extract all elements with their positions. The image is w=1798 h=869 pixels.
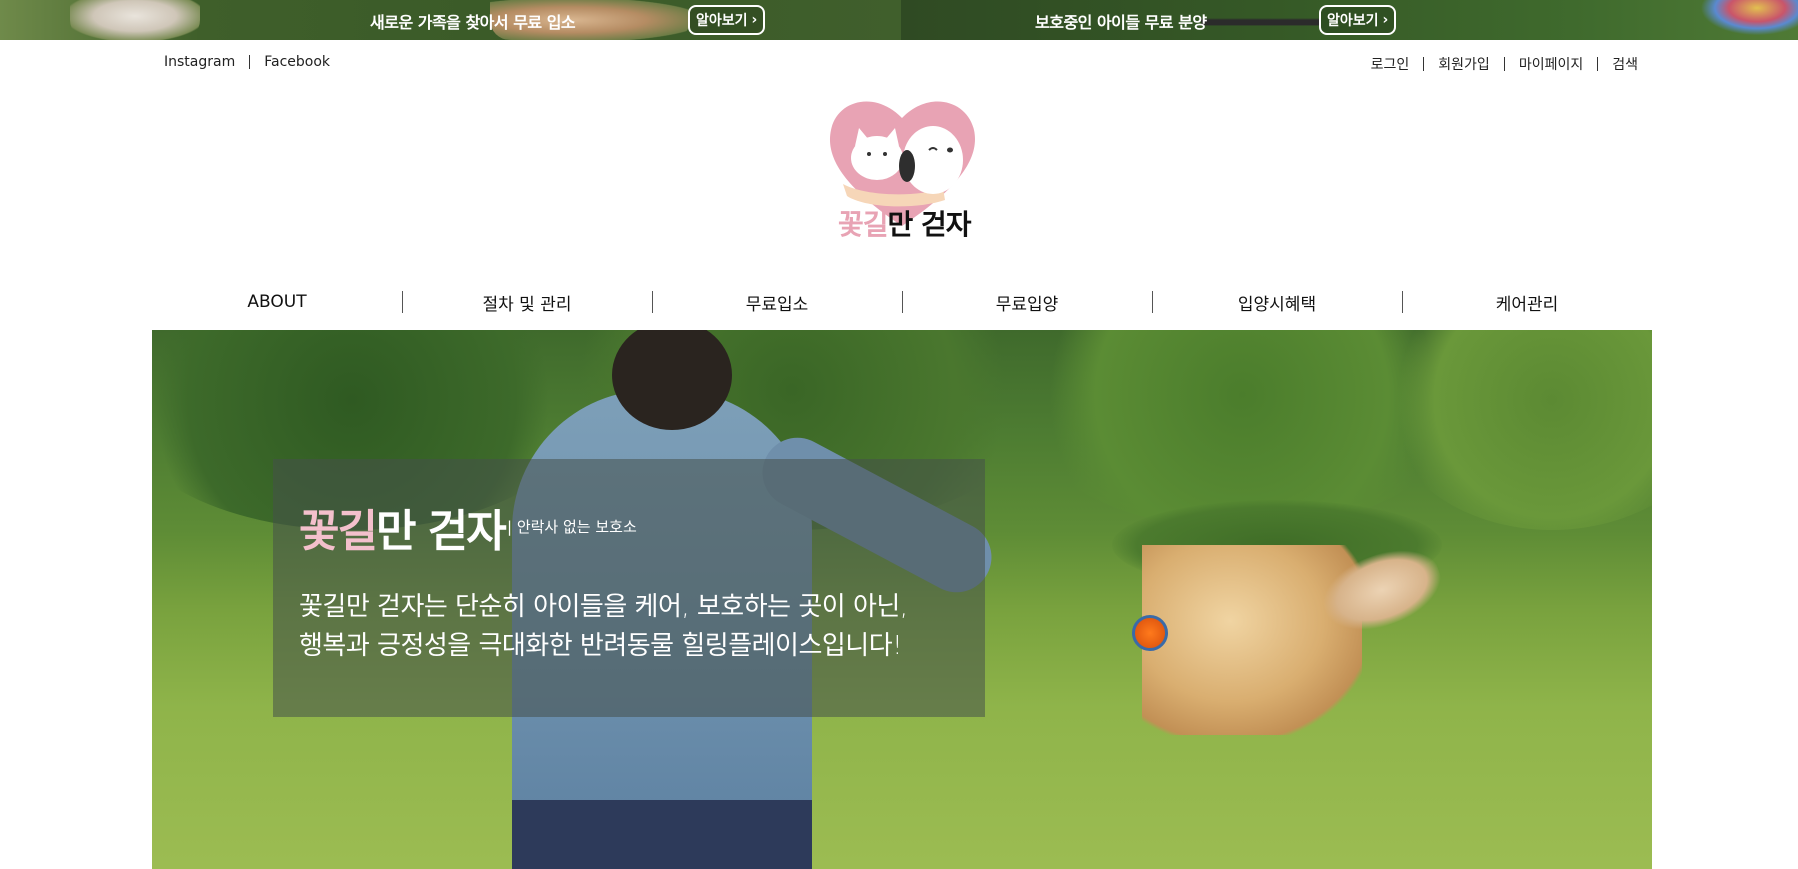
hero-desc-line: 꽃길만 걷자는 단순히 아이들을 케어, 보호하는 곳이 아닌,: [299, 592, 908, 622]
login-link[interactable]: 로그인: [1371, 54, 1410, 74]
hero-subtitle: | 안락사 없는 보호소: [507, 518, 637, 536]
dog-nose: [947, 147, 953, 153]
mypage-link[interactable]: 마이페이지: [1519, 54, 1583, 74]
background-trees: [1382, 330, 1652, 530]
nav-free-admission[interactable]: 무료입소: [652, 282, 902, 322]
orange-ball-icon: [1132, 615, 1168, 651]
promo-photo-toys: [1691, 0, 1798, 40]
nav-care[interactable]: 케어관리: [1402, 282, 1652, 322]
search-link[interactable]: 검색: [1612, 54, 1638, 74]
cat-eye: [883, 152, 887, 156]
promo-left-more-button[interactable]: 알아보기 ›: [688, 5, 766, 35]
promo-right-button-label: 알아보기: [1327, 13, 1379, 29]
hero-brand-title: 꽃길만 걷자: [299, 495, 507, 559]
promo-right-more-button[interactable]: 알아보기 ›: [1319, 5, 1397, 35]
divider: [1503, 57, 1505, 71]
chevron-right-icon: ›: [751, 12, 758, 28]
promo-left-button-label: 알아보기: [696, 13, 748, 29]
hero-brand-white: 만 걷자: [375, 506, 507, 557]
nav-free-adoption[interactable]: 무료입양: [902, 282, 1152, 322]
hero-banner: 꽃길만 걷자 | 안락사 없는 보호소 꽃길만 걷자는 단순히 아이들을 케어,…: [152, 330, 1652, 869]
logo-word-pink: 꽃길: [838, 208, 889, 241]
divider: [1423, 57, 1425, 71]
main-nav: ABOUT 절차 및 관리 무료입소 무료입양 입양시혜택 케어관리: [152, 282, 1652, 322]
cat-eye: [867, 152, 871, 156]
chevron-right-icon: ›: [1382, 12, 1389, 28]
hero-description: 꽃길만 걷자는 단순히 아이들을 케어, 보호하는 곳이 아닌, 행복과 긍정성…: [299, 588, 908, 666]
nav-adoption-benefits[interactable]: 입양시혜택: [1152, 282, 1402, 322]
promo-photo-bench: [1201, 0, 1321, 40]
facebook-link[interactable]: Facebook: [264, 54, 330, 70]
promo-left-text: 새로운 가족을 찾아서 무료 입소: [370, 13, 576, 32]
promo-right-text: 보호중인 아이들 무료 분양: [1035, 13, 1207, 32]
promo-banner-left[interactable]: 새로운 가족을 찾아서 무료 입소 알아보기 ›: [0, 0, 901, 40]
logo-wordmark[interactable]: 꽃길만 걷자: [838, 203, 972, 243]
instagram-link[interactable]: Instagram: [164, 54, 235, 70]
person-legs: [512, 800, 812, 869]
nav-about[interactable]: ABOUT: [152, 282, 402, 322]
signup-link[interactable]: 회원가입: [1438, 54, 1490, 74]
hero-brand-pink: 꽃길: [299, 506, 378, 557]
dog-ear: [899, 150, 915, 182]
account-links: 로그인 회원가입 마이페이지 검색: [1371, 54, 1638, 74]
nav-procedure[interactable]: 절차 및 관리: [402, 282, 652, 322]
divider: [1597, 57, 1599, 71]
logo-word-dark: 만 걷자: [887, 208, 972, 241]
hero-desc-line: 행복과 긍정성을 극대화한 반려동물 힐링플레이스입니다!: [299, 631, 903, 661]
divider: [249, 55, 251, 69]
promo-banner-right[interactable]: 보호중인 아이들 무료 분양 알아보기 ›: [901, 0, 1798, 40]
social-links: Instagram Facebook: [164, 54, 330, 70]
promo-photo-dog: [70, 0, 200, 40]
